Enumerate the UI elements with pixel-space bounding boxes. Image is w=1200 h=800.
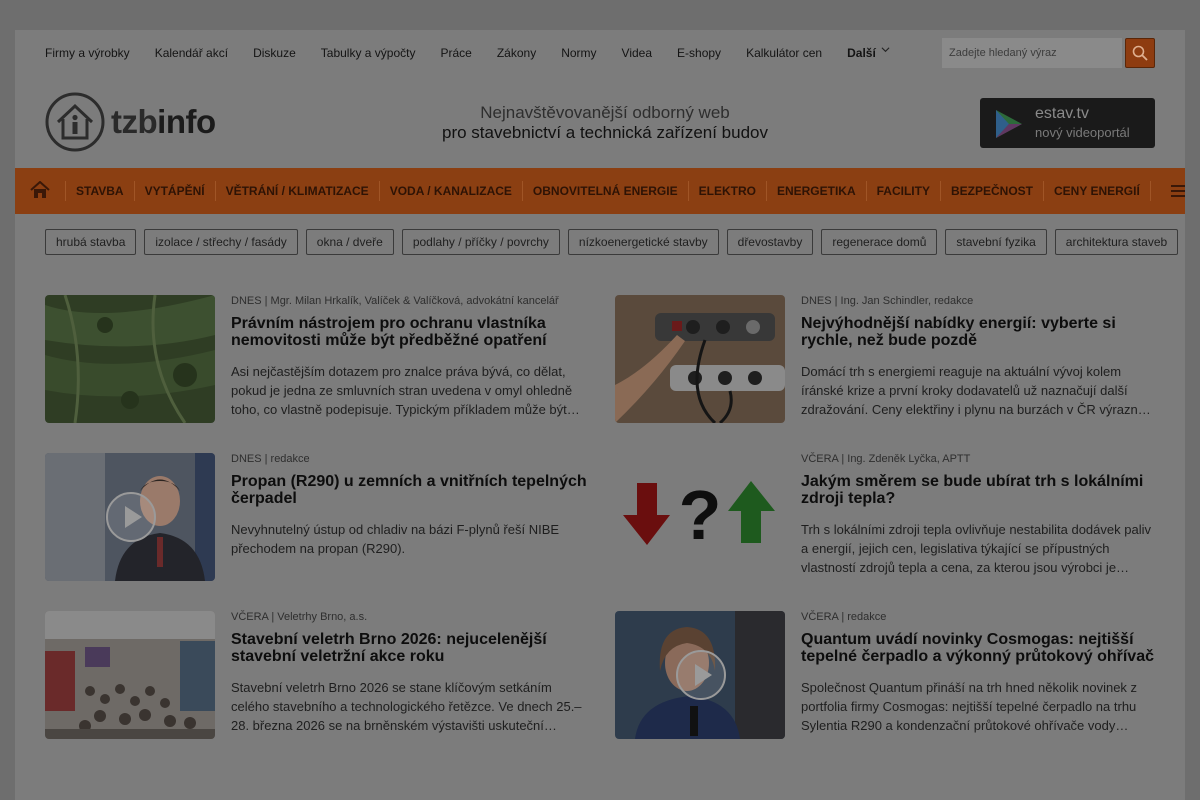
main-nav-items: STAVBA VYTÁPĚNÍ VĚTRÁNÍ / KLIMATIZACE VO… — [65, 168, 1151, 214]
article-title[interactable]: Jakým směrem se bude ubírat trh s lokáln… — [801, 473, 1161, 507]
top-menu-item[interactable]: Kalkulátor cen — [746, 46, 822, 60]
play-video-icon[interactable] — [675, 649, 727, 701]
tag-chip[interactable]: nízkoenergetické stavby — [567, 229, 719, 255]
article-excerpt: Domácí trh s energiemi reaguje na aktuál… — [801, 364, 1151, 417]
tagline-line-1: Nejnavštěvovanější odborný web — [480, 103, 730, 122]
article-thumbnail-video-interview[interactable] — [45, 453, 215, 581]
article-meta: DNES | Ing. Jan Schindler, redakce — [801, 295, 974, 307]
tag-chip[interactable]: stavební fyzika — [945, 229, 1047, 255]
nav-item-vytapeni[interactable]: VYTÁPĚNÍ — [135, 184, 215, 198]
article-title[interactable]: Quantum uvádí novinky Cosmogas: nejtišší… — [801, 631, 1161, 665]
top-menu-item[interactable]: Diskuze — [253, 46, 296, 60]
site-logo[interactable]: tzbinfo — [45, 92, 235, 154]
article-meta: DNES | redakce — [231, 453, 310, 465]
article-thumbnail-trade-fair-crowd[interactable] — [45, 611, 215, 739]
top-menu-item[interactable]: Normy — [561, 46, 596, 60]
nav-item-stavba[interactable]: STAVBA — [66, 184, 134, 198]
tag-chip[interactable]: podlahy / příčky / povrchy — [401, 229, 560, 255]
article-meta: VČERA | Veletrhy Brno, a.s. — [231, 611, 368, 623]
topic-tags: hrubá stavba izolace / střechy / fasády … — [45, 229, 1179, 255]
article-meta: DNES | Mgr. Milan Hrkalík, Valíček & Val… — [231, 295, 559, 307]
top-menu: Firmy a výrobky Kalendář akcí Diskuze Ta… — [45, 46, 882, 60]
article-title[interactable]: Nejvýhodnější nabídky energií: vyberte s… — [801, 315, 1161, 349]
article-excerpt: Společnost Quantum přináší na trh hned n… — [801, 680, 1138, 733]
top-menu-item[interactable]: Tabulky a výpočty — [321, 46, 416, 60]
top-menu-item[interactable]: Videa — [622, 46, 652, 60]
article-card[interactable]: DNES | redakce Propan (R290) u zemních a… — [45, 453, 587, 583]
nav-item-ceny-energii[interactable]: CENY ENERGIÍ — [1044, 184, 1150, 198]
article-excerpt: Trh s lokálními zdroji tepla ovlivňuje n… — [801, 522, 1151, 575]
top-menu-item[interactable]: E-shopy — [677, 46, 721, 60]
article-card[interactable]: ? VČERA | Ing. Zdeněk Lyčka, APTT Jakým … — [615, 453, 1155, 583]
article-title[interactable]: Právním nástrojem pro ochranu vlastníka … — [231, 315, 591, 349]
top-menu-item[interactable]: Práce — [440, 46, 471, 60]
article-card[interactable]: DNES | Ing. Jan Schindler, redakce Nejvý… — [615, 295, 1155, 425]
article-title[interactable]: Propan (R290) u zemních a vnitřních tepe… — [231, 473, 591, 507]
main-navigation: STAVBA VYTÁPĚNÍ VĚTRÁNÍ / KLIMATIZACE VO… — [15, 168, 1185, 214]
article-thumbnail-aerial-fields[interactable] — [45, 295, 215, 423]
tag-chip[interactable]: architektura staveb — [1054, 229, 1179, 255]
site-tagline: Nejnavštěvovanější odborný web pro stave… — [405, 103, 805, 143]
tagline-line-2: pro stavebnictví a technická zařízení bu… — [441, 123, 768, 142]
article-excerpt: Asi nejčastějším dotazem pro znalce práv… — [231, 364, 580, 417]
estav-banner[interactable]: estav.tv nový videoportál — [980, 98, 1155, 148]
top-menu-item[interactable]: Firmy a výrobky — [45, 46, 130, 60]
home-icon[interactable] — [30, 181, 50, 199]
more-menu-button[interactable]: Další — [847, 46, 876, 60]
article-excerpt: Stavební veletrh Brno 2026 se stane klíč… — [231, 680, 582, 733]
search-input[interactable] — [942, 38, 1122, 68]
article-card[interactable]: VČERA | Veletrhy Brno, a.s. Stavební vel… — [45, 611, 585, 741]
logo-wordmark: tzbinfo — [111, 103, 216, 141]
search-button[interactable] — [1125, 38, 1155, 68]
article-meta: VČERA | redakce — [801, 611, 887, 623]
nav-divider — [1149, 181, 1151, 201]
top-menu-item[interactable]: Kalendář akcí — [155, 46, 228, 60]
nav-item-obnovitelna-energie[interactable]: OBNOVITELNÁ ENERGIE — [523, 184, 688, 198]
search-icon — [1132, 45, 1148, 61]
nav-item-energetika[interactable]: ENERGETIKA — [767, 184, 866, 198]
nav-item-facility[interactable]: FACILITY — [867, 184, 940, 198]
svg-text:?: ? — [679, 476, 722, 554]
nav-item-voda[interactable]: VODA / KANALIZACE — [380, 184, 522, 198]
estav-title: estav.tv — [1035, 105, 1089, 122]
nav-item-bezpecnost[interactable]: BEZPEČNOST — [941, 184, 1043, 198]
article-card[interactable]: VČERA | redakce Quantum uvádí novinky Co… — [615, 611, 1155, 741]
top-navigation: Firmy a výrobky Kalendář akcí Diskuze Ta… — [15, 30, 1185, 76]
nav-item-elektro[interactable]: ELEKTRO — [689, 184, 766, 198]
article-thumbnail-video-woman[interactable] — [615, 611, 785, 739]
play-logo-icon — [996, 110, 1022, 138]
page: Firmy a výrobky Kalendář akcí Diskuze Ta… — [15, 30, 1185, 800]
estav-subtitle: nový videoportál — [1035, 125, 1130, 140]
article-card[interactable]: DNES | Mgr. Milan Hrkalík, Valíček & Val… — [45, 295, 585, 425]
play-video-icon[interactable] — [105, 491, 157, 543]
tag-chip[interactable]: dřevostavby — [726, 229, 814, 255]
logo-suffix: info — [157, 103, 216, 140]
article-title[interactable]: Stavební veletrh Brno 2026: nejucelenějš… — [231, 631, 591, 665]
nav-item-vetrani[interactable]: VĚTRÁNÍ / KLIMATIZACE — [216, 184, 379, 198]
tag-chip[interactable]: okna / dveře — [305, 229, 394, 255]
house-logo-icon — [45, 92, 105, 152]
article-excerpt: Nevyhnutelný ústup od chladiv na bázi F-… — [231, 522, 560, 556]
tag-chip[interactable]: hrubá stavba — [45, 229, 137, 255]
top-menu-item[interactable]: Zákony — [497, 46, 536, 60]
article-thumbnail-power-strip[interactable] — [615, 295, 785, 423]
tag-chip[interactable]: regenerace domů — [821, 229, 938, 255]
tag-chip[interactable]: izolace / střechy / fasády — [144, 229, 298, 255]
article-thumbnail-arrows-question[interactable]: ? — [615, 453, 785, 581]
hamburger-menu-icon[interactable] — [1171, 184, 1185, 198]
chevron-down-icon[interactable] — [881, 45, 890, 54]
logo-prefix: tzb — [111, 103, 158, 140]
article-meta: VČERA | Ing. Zdeněk Lyčka, APTT — [801, 453, 971, 465]
